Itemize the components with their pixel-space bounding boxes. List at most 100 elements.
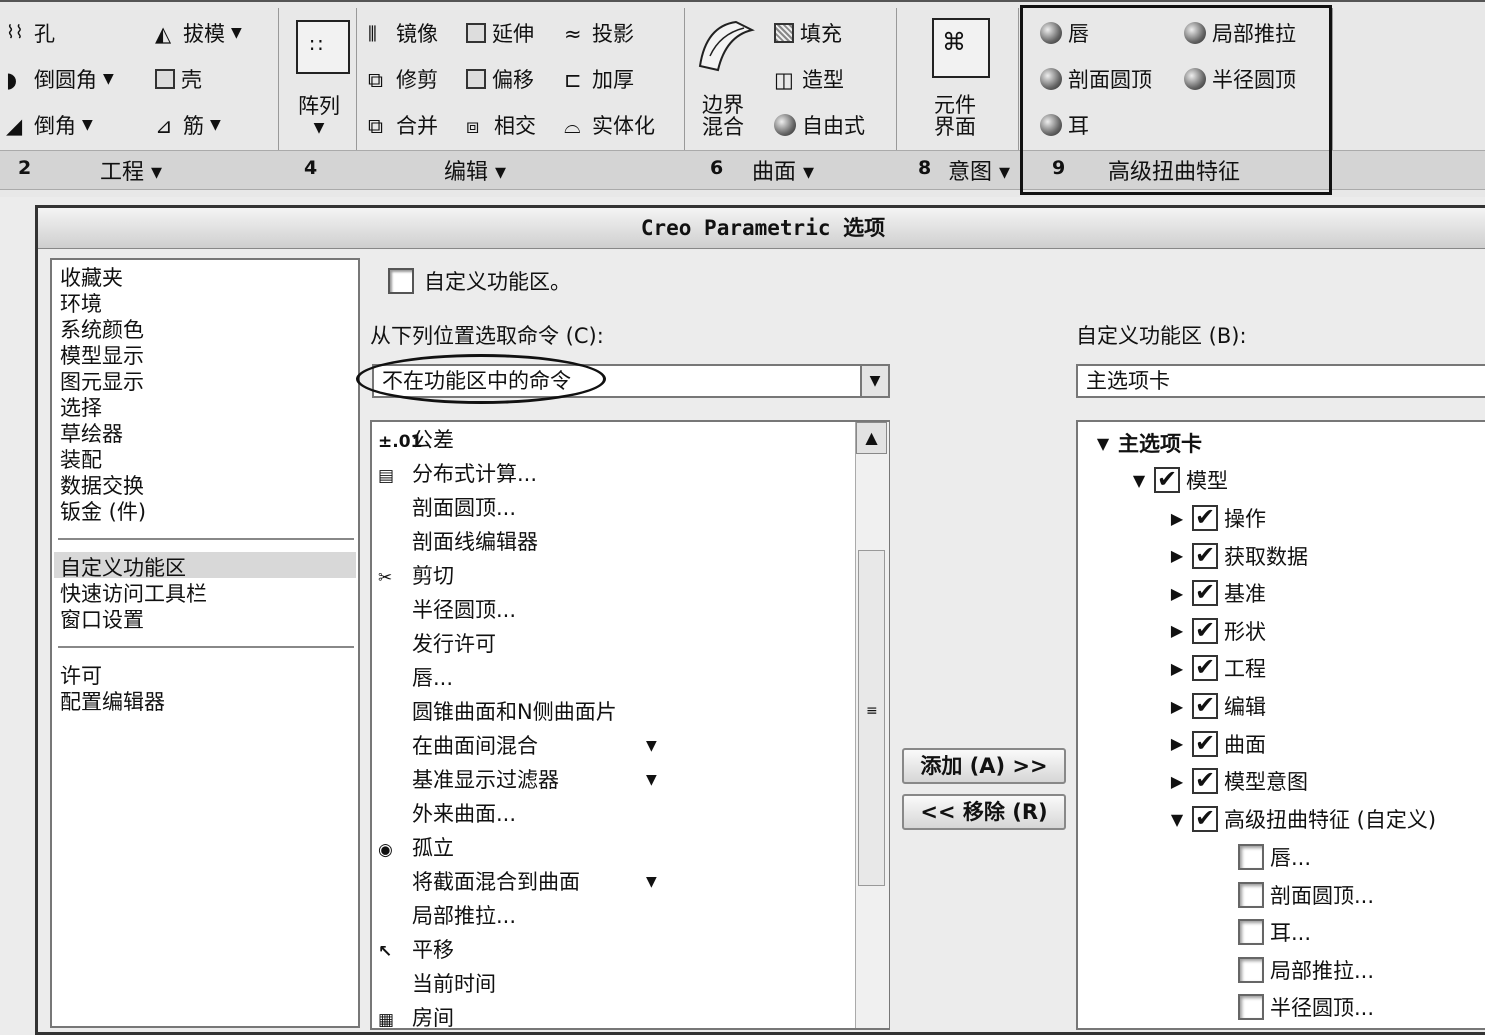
rib-button[interactable]: ⊿ 筋 ▼ [155,110,221,140]
component-interface-label[interactable]: 元件 界面 [934,94,976,138]
remove-button[interactable]: << 移除 (R) [902,794,1066,830]
command-item[interactable]: 将截面混合到曲面 ▼ [378,866,657,898]
tree-checkbox[interactable] [1238,919,1264,946]
tree-checkbox[interactable] [1192,578,1218,607]
expand-right-icon[interactable]: ▶ [1168,621,1186,640]
command-item[interactable]: 圆锥曲面和N侧曲面片 [378,696,617,728]
tree-item[interactable]: ▶操作 [1168,501,1266,535]
hole-button[interactable]: ⌇⌇ 孔 [6,18,55,48]
command-item[interactable]: ↖ 平移 [378,934,454,966]
command-item[interactable]: ±.01公差 [378,424,454,456]
tree-checkbox[interactable] [1238,844,1264,870]
intersect-button[interactable]: ⧈ 相交 [466,110,536,140]
command-item[interactable]: 半径圆顶... [378,594,516,626]
nav-item[interactable]: 配置编辑器 [60,686,165,716]
thicken-button[interactable]: ⊏ 加厚 [564,64,634,94]
tree-checkbox[interactable] [1192,653,1218,682]
solidify-button[interactable]: ⌓ 实体化 [564,110,655,140]
expand-right-icon[interactable]: ▶ [1168,772,1186,791]
expand-right-icon[interactable]: ▶ [1168,697,1186,716]
tree-item-custom-group[interactable]: ▼ 高级扭曲特征 (自定义) [1168,802,1436,836]
tree-leaf-item[interactable]: 耳... [1238,915,1311,949]
tree-item[interactable]: ▶工程 [1168,651,1266,685]
command-item[interactable]: ◉ 孤立 [378,832,454,864]
nav-item[interactable]: 钣金 (件) [60,496,146,526]
nav-item[interactable]: 窗口设置 [60,604,144,634]
tree-item[interactable]: ▶曲面 [1168,727,1266,761]
customize-ribbon-select[interactable]: 主选项卡 [1076,364,1485,398]
round-button[interactable]: ◗ 倒圆角 ▼ [6,64,114,94]
tree-item-model[interactable]: ▼ 模型 [1130,463,1228,497]
pattern-button[interactable]: 阵列 ▼ [298,90,340,136]
chamfer-button[interactable]: ◢ 倒角 ▼ [6,110,93,140]
tree-leaf-item[interactable]: 半径圆顶... [1238,990,1374,1024]
tree-checkbox[interactable] [1192,541,1218,569]
tree-checkbox[interactable] [1192,766,1218,795]
expand-down-icon[interactable]: ▼ [1094,434,1112,453]
add-button[interactable]: 添加 (A) >> [902,748,1066,784]
submenu-arrow-icon[interactable]: ▼ [646,866,657,898]
mirror-button[interactable]: ⫴ 镜像 [368,18,438,48]
expand-down-icon[interactable]: ▼ [1168,810,1186,829]
draft-button[interactable]: ◭ 拔模 ▼ [155,18,242,48]
command-item[interactable]: 发行许可 [378,628,496,660]
command-item[interactable]: 剖面圆顶... [378,492,516,524]
group-editing-label[interactable]: 编辑 ▾ [444,154,506,186]
scroll-up-icon[interactable]: ▲ [856,422,887,454]
group-intent-label[interactable]: 意图 ▾ [948,154,1010,186]
tree-item[interactable]: ▶获取数据 [1168,539,1308,573]
expand-right-icon[interactable]: ▶ [1168,546,1186,565]
expand-down-icon[interactable]: ▼ [1130,471,1148,490]
command-item[interactable]: 在曲面间混合 ▼ [378,730,657,762]
tree-checkbox[interactable] [1192,503,1218,531]
merge-button[interactable]: ⧉ 合并 [368,110,438,140]
group-engineering-label[interactable]: 工程 ▾ [100,154,162,186]
command-item[interactable]: ▦ 房间 [378,1002,454,1028]
style-button[interactable]: ◫ 造型 [774,64,844,94]
tree-checkbox[interactable] [1192,616,1218,644]
expand-right-icon[interactable]: ▶ [1168,584,1186,603]
tree-item[interactable]: ▶形状 [1168,614,1266,648]
command-item[interactable]: 基准显示过滤器 ▼ [378,764,657,796]
shell-button[interactable]: 壳 [155,64,202,94]
command-item[interactable]: 唇... [378,662,453,694]
tree-root[interactable]: ▼ 主选项卡 [1094,426,1202,460]
command-item[interactable]: 局部推拉... [378,900,516,932]
command-item[interactable]: ▤ 分布式计算... [378,458,537,490]
submenu-arrow-icon[interactable]: ▼ [646,730,657,762]
tree-checkbox[interactable] [1192,691,1218,719]
component-interface-icon[interactable]: ⌘ [932,18,990,78]
command-item[interactable]: 当前时间 [378,968,496,1000]
expand-right-icon[interactable]: ▶ [1168,509,1186,528]
chevron-down-icon[interactable]: ▼ [860,366,888,396]
tree-checkbox[interactable] [1238,994,1264,1021]
freestyle-button[interactable]: 自由式 [774,110,865,140]
extend-button[interactable]: 延伸 [466,18,534,48]
project-button[interactable]: ≈ 投影 [564,18,634,48]
tree-leaf-item[interactable]: 唇... [1238,840,1311,874]
expand-right-icon[interactable]: ▶ [1168,734,1186,753]
trim-button[interactable]: ⧉ 修剪 [368,64,438,94]
boundary-blend-icon[interactable] [696,16,756,72]
command-list-scrollbar[interactable]: ▲ ≡ [855,422,889,1028]
submenu-arrow-icon[interactable]: ▼ [646,764,657,796]
tree-checkbox[interactable] [1192,729,1218,757]
customize-ribbon-toggle[interactable]: 自定义功能区。 [388,266,571,296]
tree-item[interactable]: ▶基准 [1168,576,1266,610]
offset-button[interactable]: 偏移 [466,64,534,94]
tree-leaf-item[interactable]: 局部推拉... [1238,953,1374,987]
tree-checkbox[interactable] [1154,465,1180,493]
tree-checkbox[interactable] [1238,881,1264,908]
fill-button[interactable]: 填充 [774,18,842,48]
customize-ribbon-checkbox[interactable] [388,268,414,294]
tree-item[interactable]: ▶模型意图 [1168,764,1308,798]
tree-leaf-item[interactable]: 剖面圆顶... [1238,878,1374,912]
group-surfaces-label[interactable]: 曲面 ▾ [752,154,814,186]
command-item[interactable]: 外来曲面... [378,798,516,830]
boundary-blend-label[interactable]: 边界 混合 [702,94,744,138]
scroll-thumb[interactable]: ≡ [858,550,885,886]
command-item[interactable]: 剖面线编辑器 [378,526,538,558]
command-item[interactable]: ✂ 剪切 [378,560,454,592]
pattern-icon[interactable]: ∷ [296,20,350,74]
tree-checkbox[interactable] [1238,956,1264,983]
